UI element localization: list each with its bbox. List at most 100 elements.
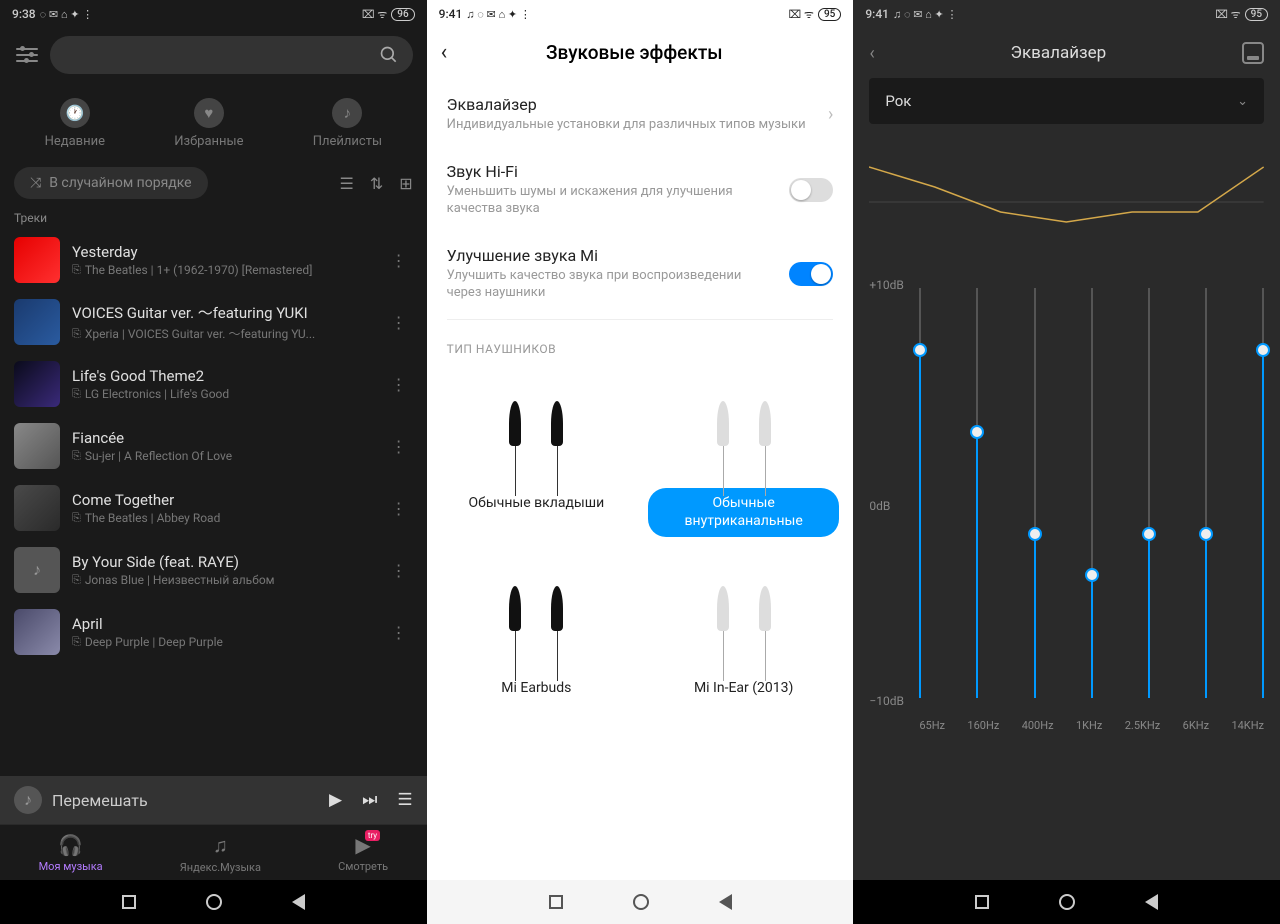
track-more-icon[interactable]: ⋮ <box>385 493 413 524</box>
nav-home[interactable] <box>1059 894 1075 910</box>
track-row[interactable]: Life's Good Theme2 LG Electronics | Life… <box>0 353 427 415</box>
nav-home[interactable] <box>206 894 222 910</box>
slider-thumb[interactable] <box>1256 343 1270 357</box>
now-playing-bar[interactable]: ♪ Перемешать ▶ ⏭ ☰ <box>0 776 427 824</box>
album-art <box>14 609 60 655</box>
shuffle-button[interactable]: ⤨ В случайном порядке <box>14 167 208 199</box>
eq-slider[interactable] <box>1034 288 1036 698</box>
track-more-icon[interactable]: ⋮ <box>385 245 413 276</box>
slider-thumb[interactable] <box>1028 527 1042 541</box>
freq-label: 1KHz <box>1076 719 1102 732</box>
track-more-icon[interactable]: ⋮ <box>385 617 413 648</box>
nav-back[interactable] <box>719 894 732 910</box>
chevron-down-icon: ⌄ <box>1237 94 1248 109</box>
track-more-icon[interactable]: ⋮ <box>385 555 413 586</box>
headphone-option[interactable]: Обычные вкладыши <box>441 368 632 537</box>
android-nav <box>427 880 854 924</box>
category-playlists[interactable]: ♪Плейлисты <box>313 98 382 149</box>
eq-slider[interactable] <box>919 288 921 698</box>
android-nav <box>0 880 427 924</box>
headphones-icon: 🎧 <box>58 833 83 857</box>
tab-yandex[interactable]: ♫Яндекс.Музыка <box>180 833 261 874</box>
album-art <box>14 237 60 283</box>
setting-title: Улучшение звука Mi <box>447 246 778 265</box>
track-row[interactable]: Come Together The Beatles | Abbey Road ⋮ <box>0 477 427 539</box>
status-time: 9:41 <box>439 7 463 21</box>
save-preset-icon[interactable] <box>1242 42 1264 64</box>
headphone-label: Обычные вкладыши <box>456 488 616 520</box>
eq-slider[interactable] <box>1262 288 1264 698</box>
clock-icon: 🕐 <box>60 98 90 128</box>
tab-my-music[interactable]: 🎧Моя музыка <box>39 833 103 874</box>
headphone-option[interactable]: Mi In-Ear (2013) <box>648 553 839 705</box>
album-art <box>14 423 60 469</box>
track-more-icon[interactable]: ⋮ <box>385 431 413 462</box>
slider-thumb[interactable] <box>1142 527 1156 541</box>
headphone-image <box>486 368 586 478</box>
track-title: By Your Side (feat. RAYE) <box>72 553 373 571</box>
track-row[interactable]: Fiancée Su-jer | A Reflection Of Love ⋮ <box>0 415 427 477</box>
headphone-label: Mi In-Ear (2013) <box>682 673 805 705</box>
freq-label: 400Hz <box>1022 719 1054 732</box>
freq-label: 2.5KHz <box>1125 719 1160 732</box>
setting-desc: Уменьшить шумы и искажения для улучшения… <box>447 184 778 218</box>
setting-desc: Улучшить качество звука при воспроизведе… <box>447 268 778 302</box>
slider-thumb[interactable] <box>1199 527 1213 541</box>
nav-back[interactable] <box>1145 894 1158 910</box>
setting-row[interactable]: Улучшение звука Mi Улучшить качество зву… <box>427 232 854 316</box>
album-art: ♪ <box>14 547 60 593</box>
album-art <box>14 361 60 407</box>
music-service-icon: ♫ <box>213 833 228 858</box>
track-more-icon[interactable]: ⋮ <box>385 307 413 338</box>
track-row[interactable]: April Deep Purple | Deep Purple ⋮ <box>0 601 427 663</box>
nav-home[interactable] <box>633 894 649 910</box>
freq-label: 160Hz <box>967 719 999 732</box>
setting-title: Эквалайзер <box>447 95 816 114</box>
nav-recents[interactable] <box>549 895 563 909</box>
settings-icon[interactable] <box>14 48 40 62</box>
eq-slider[interactable] <box>1148 288 1150 698</box>
headphone-image <box>486 553 586 663</box>
preset-dropdown[interactable]: Рок ⌄ <box>869 78 1264 124</box>
search-icon <box>379 45 399 65</box>
track-subtitle: Su-jer | A Reflection Of Love <box>72 449 373 463</box>
chevron-right-icon: › <box>828 104 833 125</box>
slider-thumb[interactable] <box>970 425 984 439</box>
toggle-switch[interactable] <box>789 178 833 202</box>
search-input[interactable] <box>50 36 413 74</box>
grid-icon[interactable]: ⊞ <box>399 174 412 193</box>
queue-icon[interactable]: ☰ <box>397 790 412 810</box>
headphone-option[interactable]: Mi Earbuds <box>441 553 632 705</box>
category-recent[interactable]: 🕐Недавние <box>45 98 105 149</box>
category-favorites[interactable]: ♥Избранные <box>174 98 243 149</box>
slider-thumb[interactable] <box>1085 568 1099 582</box>
setting-title: Звук Hi-Fi <box>447 162 778 181</box>
track-title: April <box>72 615 373 633</box>
settings-list: Эквалайзер Индивидуальные установки для … <box>427 81 854 315</box>
eq-slider[interactable] <box>1091 288 1093 698</box>
next-icon[interactable]: ⏭ <box>362 790 377 810</box>
eq-slider[interactable] <box>1205 288 1207 698</box>
track-subtitle: The Beatles | Abbey Road <box>72 511 373 525</box>
toggle-switch[interactable] <box>789 262 833 286</box>
back-button[interactable]: ‹ <box>441 40 460 65</box>
nav-recents[interactable] <box>122 895 136 909</box>
headphone-option[interactable]: Обычные внутриканальные <box>648 368 839 537</box>
battery-level: 95 <box>1245 8 1268 21</box>
slider-thumb[interactable] <box>913 343 927 357</box>
eq-slider[interactable] <box>976 288 978 698</box>
track-row[interactable]: Yesterday The Beatles | 1+ (1962-1970) [… <box>0 229 427 291</box>
headphone-label: Mi Earbuds <box>489 673 583 705</box>
sort-icon[interactable]: ⇅ <box>370 174 383 193</box>
track-row[interactable]: VOICES Guitar ver. ～featuring YUKI Xperi… <box>0 291 427 353</box>
play-icon[interactable]: ▶ <box>329 790 342 810</box>
setting-row[interactable]: Звук Hi-Fi Уменьшить шумы и искажения дл… <box>427 148 854 232</box>
list-icon[interactable]: ☰ <box>340 174 354 193</box>
nav-back[interactable] <box>292 894 305 910</box>
track-row[interactable]: ♪ By Your Side (feat. RAYE) Jonas Blue |… <box>0 539 427 601</box>
track-more-icon[interactable]: ⋮ <box>385 369 413 400</box>
headphone-image <box>694 368 794 478</box>
tab-watch[interactable]: try▶Смотреть <box>338 833 388 874</box>
setting-row[interactable]: Эквалайзер Индивидуальные установки для … <box>427 81 854 148</box>
nav-recents[interactable] <box>975 895 989 909</box>
